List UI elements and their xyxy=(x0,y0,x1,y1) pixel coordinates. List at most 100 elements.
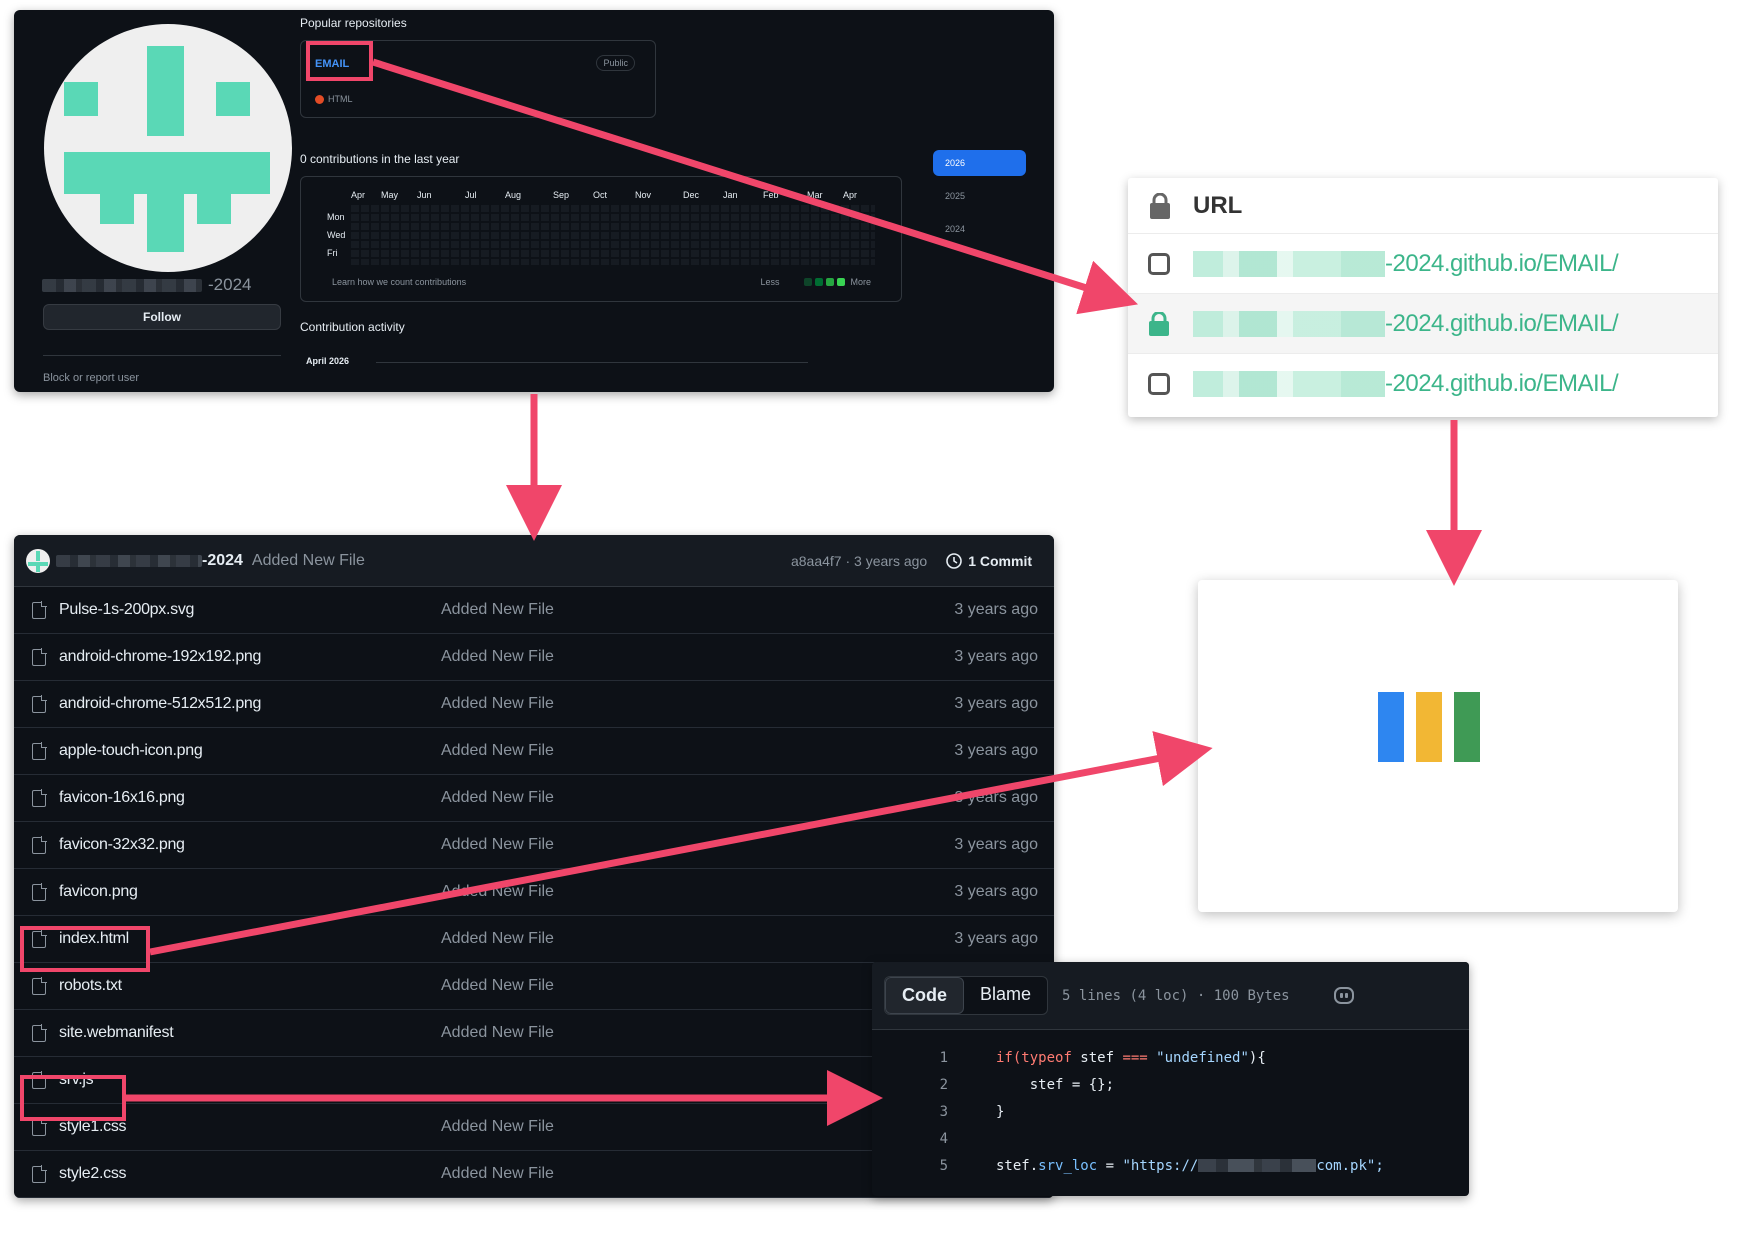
file-row[interactable]: index.html Added New File 3 years ago xyxy=(14,916,1054,963)
url-link[interactable]: -2024.github.io/EMAIL/ xyxy=(1193,369,1619,398)
file-commit-message[interactable]: Added New File xyxy=(441,930,554,948)
line-source: stef.srv_loc = "https://com.pk"; xyxy=(996,1157,1384,1174)
file-icon xyxy=(32,694,47,713)
checkbox-icon[interactable] xyxy=(1148,252,1170,275)
file-name[interactable]: site.webmanifest xyxy=(59,1024,441,1042)
profile-username: -2024 xyxy=(42,272,292,298)
file-icon xyxy=(32,788,47,807)
file-age: 3 years ago xyxy=(954,695,1038,712)
file-name[interactable]: Pulse-1s-200px.svg xyxy=(59,601,441,619)
month-label: Sep xyxy=(553,190,570,200)
file-row[interactable]: android-chrome-192x192.png Added New File… xyxy=(14,634,1054,681)
legend-square xyxy=(815,278,824,286)
url-row[interactable]: -2024.github.io/EMAIL/ xyxy=(1128,293,1718,353)
file-commit-message[interactable]: Added New File xyxy=(441,836,554,854)
tab-code[interactable]: Code xyxy=(885,977,964,1014)
file-icon xyxy=(32,1117,47,1136)
file-name[interactable]: favicon-32x32.png xyxy=(59,836,441,854)
file-commit-message[interactable]: Added New File xyxy=(441,1165,554,1183)
file-commit-message[interactable]: Added New File xyxy=(441,648,554,666)
url-suffix: -2024.github.io/EMAIL/ xyxy=(1385,309,1619,337)
latest-commit-bar: -2024 Added New File a8aa4f7 · 3 years a… xyxy=(14,535,1054,587)
file-name[interactable]: style2.css xyxy=(59,1165,441,1183)
month-label: Apr xyxy=(843,190,858,200)
file-row[interactable]: favicon.png Added New File 3 years ago xyxy=(14,869,1054,916)
file-name[interactable]: favicon-16x16.png xyxy=(59,789,441,807)
day-label: Mon xyxy=(327,212,345,222)
file-row[interactable]: android-chrome-512x512.png Added New File… xyxy=(14,681,1054,728)
file-commit-message[interactable]: Added New File xyxy=(441,977,554,995)
file-icon xyxy=(32,600,47,619)
contribution-cells xyxy=(351,203,875,265)
file-commit-message[interactable]: Added New File xyxy=(441,883,554,901)
file-name[interactable]: robots.txt xyxy=(59,977,441,995)
year-button-2026[interactable]: 2026 xyxy=(933,150,1026,176)
file-row[interactable]: favicon-16x16.png Added New File 3 years a… xyxy=(14,775,1054,822)
contribution-graph: Apr May Jun Jul Aug Sep Oct Nov Dec Jan … xyxy=(300,176,902,302)
file-age: 3 years ago xyxy=(954,601,1038,618)
commit-message[interactable]: Added New File xyxy=(252,552,365,570)
url-suffix: -2024.github.io/EMAIL/ xyxy=(1385,369,1619,397)
file-commit-message[interactable]: Added New File xyxy=(441,789,554,807)
year-button-2025[interactable]: 2025 xyxy=(933,183,1026,209)
file-commit-message[interactable]: Added New File xyxy=(441,601,554,619)
line-number[interactable]: 3 xyxy=(872,1104,948,1120)
file-row[interactable]: Pulse-1s-200px.svg Added New File 3 years … xyxy=(14,587,1054,634)
line-number[interactable]: 1 xyxy=(872,1050,948,1066)
commit-sha-age[interactable]: a8aa4f7 · 3 years ago xyxy=(791,553,927,569)
block-report-link[interactable]: Block or report user xyxy=(43,372,139,384)
file-name[interactable]: android-chrome-512x512.png xyxy=(59,695,441,713)
loading-bar-blue xyxy=(1378,692,1404,762)
github-profile-panel: -2024 Follow Block or report user Popula… xyxy=(14,10,1054,392)
line-number[interactable]: 4 xyxy=(872,1131,948,1147)
day-label: Wed xyxy=(327,230,346,240)
file-commit-message[interactable]: Added New File xyxy=(441,1024,554,1042)
file-age: 3 years ago xyxy=(954,836,1038,853)
copilot-icon[interactable] xyxy=(1333,987,1354,1004)
file-age: 3 years ago xyxy=(954,930,1038,947)
profile-avatar[interactable] xyxy=(44,24,292,272)
file-commit-message[interactable]: Added New File xyxy=(441,695,554,713)
year-button-2024[interactable]: 2024 xyxy=(933,216,1026,242)
url-header: URL xyxy=(1128,178,1718,233)
legend-more: More xyxy=(850,277,871,287)
contribution-legend: Less More xyxy=(760,277,871,287)
url-link[interactable]: -2024.github.io/EMAIL/ xyxy=(1193,309,1619,338)
code-line: 3 } xyxy=(872,1098,1469,1125)
redacted-domain xyxy=(1198,1159,1317,1172)
file-icon xyxy=(32,1164,47,1183)
file-commit-message[interactable]: Added New File xyxy=(441,742,554,760)
url-row[interactable]: -2024.github.io/EMAIL/ xyxy=(1128,353,1718,413)
line-number[interactable]: 5 xyxy=(872,1158,948,1174)
url-column-title: URL xyxy=(1193,191,1243,219)
tab-blame[interactable]: Blame xyxy=(964,977,1047,1014)
month-label: May xyxy=(381,190,399,200)
file-commit-message[interactable]: Added New File xyxy=(441,1118,554,1136)
learn-contributions-link[interactable]: Learn how we count contributions xyxy=(332,277,466,287)
file-name[interactable]: apple-touch-icon.png xyxy=(59,742,441,760)
url-suffix: -2024.github.io/EMAIL/ xyxy=(1385,249,1619,277)
file-icon xyxy=(32,976,47,995)
file-row[interactable]: favicon-32x32.png Added New File 3 years a… xyxy=(14,822,1054,869)
commit-author-avatar[interactable] xyxy=(26,548,50,573)
file-name[interactable]: favicon.png xyxy=(59,883,441,901)
url-link[interactable]: -2024.github.io/EMAIL/ xyxy=(1193,249,1619,278)
highlight-repo-name xyxy=(306,41,373,81)
legend-less: Less xyxy=(760,277,780,287)
repo-language-label: HTML xyxy=(328,94,353,104)
commit-author-suffix: -2024 xyxy=(202,551,243,569)
month-label: Nov xyxy=(635,190,652,200)
checkbox-icon[interactable] xyxy=(1148,372,1170,395)
url-row[interactable]: -2024.github.io/EMAIL/ xyxy=(1128,233,1718,293)
follow-button[interactable]: Follow xyxy=(43,304,281,330)
file-name[interactable]: android-chrome-192x192.png xyxy=(59,648,441,666)
file-row[interactable]: apple-touch-icon.png Added New File 3 year… xyxy=(14,728,1054,775)
url-history-panel: URL -2024.github.io/EMAIL/ -2024.github.… xyxy=(1128,178,1718,417)
line-number[interactable]: 2 xyxy=(872,1077,948,1093)
code-viewer-toolbar: Code Blame 5 lines (4 loc) · 100 Bytes xyxy=(872,962,1469,1030)
code-line: 1 if(typeof stef === "undefined"){ xyxy=(872,1044,1469,1071)
commit-count-link[interactable]: 1 Commit xyxy=(945,552,1032,570)
month-label: Jan xyxy=(723,190,738,200)
line-source: if(typeof stef === "undefined"){ xyxy=(996,1049,1266,1066)
commit-author[interactable]: -2024 xyxy=(56,552,243,570)
